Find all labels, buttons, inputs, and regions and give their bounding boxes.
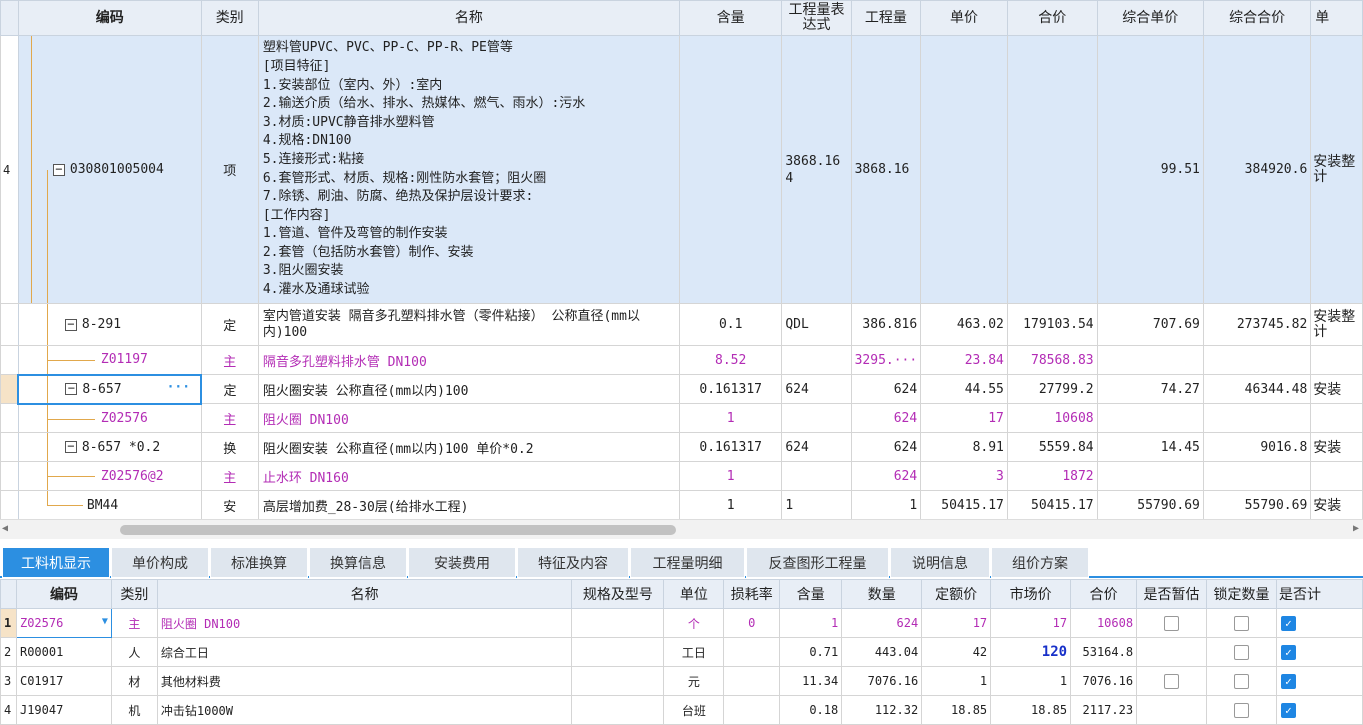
collapse-icon[interactable]: − — [52, 163, 65, 176]
tab-features-content[interactable]: 特征及内容 — [517, 547, 629, 578]
description-line: 4.灌水及通球试验 — [262, 282, 370, 298]
lock-qty-checkbox[interactable] — [1233, 615, 1249, 631]
col-type[interactable]: 类别 — [110, 579, 158, 609]
tab-description[interactable]: 说明信息 — [890, 547, 990, 578]
lock-qty-checkbox[interactable] — [1233, 673, 1249, 689]
col-total[interactable]: 合价 — [1070, 579, 1138, 609]
tab-unit-price-composition[interactable]: 单价构成 — [111, 547, 209, 578]
resource-table: 编码 类别 名称 规格及型号 单位 损耗率 含量 数量 定额价 市场价 合价 是… — [0, 579, 1363, 725]
tab-reverse-lookup[interactable]: 反查图形工程量 — [746, 547, 889, 578]
col-spec[interactable]: 规格及型号 — [571, 579, 665, 609]
scroll-left-icon[interactable]: ◀ — [2, 523, 8, 534]
tab-quantity-detail[interactable]: 工程量明细 — [630, 547, 745, 578]
col-content[interactable]: 含量 — [779, 579, 843, 609]
col-extra[interactable]: 单 — [1310, 0, 1363, 36]
col-qty[interactable]: 数量 — [841, 579, 923, 609]
table-row[interactable]: −8-657 *0.2 换 阻火圈安装 公称直径(mm以内)100 单价*0.2… — [0, 432, 1363, 462]
tab-labor-material-machine[interactable]: 工料机显示 — [2, 547, 110, 578]
main-grid: 编码 类别 名称 含量 工程量表达式 工程量 单价 合价 综合单价 综合合价 单… — [0, 0, 1363, 519]
description-line: 2.套管（包括防水套管）制作、安装 — [262, 244, 474, 260]
description-line: 2.输送介质（给水、排水、热媒体、燃气、雨水）:污水 — [262, 96, 586, 112]
table-header: 编码 类别 名称 规格及型号 单位 损耗率 含量 数量 定额价 市场价 合价 是… — [0, 579, 1363, 609]
description-line: [工作内容] — [262, 207, 331, 223]
estimate-checkbox[interactable] — [1164, 673, 1180, 689]
table-row[interactable]: −8-657 ··· 定 阻火圈安装 公称直径(mm以内)100 0.161317… — [0, 373, 1363, 405]
calc-checkbox[interactable]: ✓ — [1280, 702, 1296, 718]
item-table: 编码 类别 名称 含量 工程量表达式 工程量 单价 合价 综合单价 综合合价 单… — [0, 0, 1363, 519]
table-header: 编码 类别 名称 含量 工程量表达式 工程量 单价 合价 综合单价 综合合价 单 — [0, 0, 1363, 36]
collapse-icon[interactable]: − — [64, 440, 77, 453]
col-content[interactable]: 含量 — [679, 0, 783, 36]
more-icon[interactable]: ··· — [167, 380, 190, 395]
description-line: 1.管道、管件及弯管的制作安装 — [262, 226, 448, 242]
estimate-checkbox[interactable] — [1164, 615, 1180, 631]
tab-conversion-info[interactable]: 换算信息 — [309, 547, 407, 578]
description-line: 塑料管UPVC、PVC、PP-C、PP-R、PE管等 — [262, 40, 513, 56]
col-name[interactable]: 名称 — [257, 0, 681, 36]
horizontal-scrollbar[interactable]: ◀ ▶ — [0, 519, 1363, 539]
item-description: 塑料管UPVC、PVC、PP-C、PP-R、PE管等 [项目特征] 1.安装部位（室… — [257, 35, 681, 304]
col-comp-total[interactable]: 综合合价 — [1202, 0, 1312, 36]
table-row[interactable]: −8-291 定 室内管道安装 隔音多孔塑料排水管（零件粘接） 公称直径(mm以… — [0, 303, 1363, 346]
col-type[interactable]: 类别 — [200, 0, 259, 36]
table-row[interactable]: Z01197 主 隔音多孔塑料排水管 DN100 8.52 3295.··· 2… — [0, 345, 1363, 375]
col-calc[interactable]: 是否计 — [1275, 579, 1363, 609]
collapse-icon[interactable]: − — [65, 382, 78, 395]
table-row[interactable]: 4 −030801005004 项 塑料管UPVC、PVC、PP-C、PP-R、… — [0, 35, 1363, 304]
col-comp-price[interactable]: 综合单价 — [1096, 0, 1204, 36]
description-line: 3.阻火圈安装 — [262, 263, 344, 279]
col-name[interactable]: 名称 — [156, 579, 573, 609]
description-line: [项目特征] — [262, 58, 331, 74]
col-expr[interactable]: 工程量表达式 — [781, 0, 852, 36]
col-loss[interactable]: 损耗率 — [723, 579, 781, 609]
table-row[interactable]: Z02576@2 主 止水环 DN160 1 624 3 1872 — [0, 461, 1363, 491]
col-market-price[interactable]: 市场价 — [990, 579, 1072, 609]
scroll-right-icon[interactable]: ▶ — [1353, 523, 1359, 534]
col-code[interactable]: 编码 — [17, 0, 202, 36]
tab-standard-conversion[interactable]: 标准换算 — [210, 547, 308, 578]
col-unit-price[interactable]: 单价 — [920, 0, 1008, 36]
description-line: 7.除锈、刷油、防腐、绝热及保护层设计要求: — [262, 189, 534, 205]
tab-pricing-plan[interactable]: 组价方案 — [991, 547, 1089, 578]
calc-checkbox[interactable]: ✓ — [1280, 615, 1296, 631]
scrollbar-thumb[interactable] — [120, 525, 676, 535]
table-row[interactable]: 4 J19047 机 冲击钻1000W 台班 0.18 112.32 18.85… — [0, 695, 1363, 725]
col-base-price[interactable]: 定额价 — [921, 579, 992, 609]
col-unit[interactable]: 单位 — [663, 579, 725, 609]
bottom-tabs: 工料机显示 单价构成 标准换算 换算信息 安装费用 特征及内容 工程量明细 反查… — [0, 545, 1363, 578]
description-line: 6.套管形式、材质、规格:刚性防水套管；阻火圈 — [262, 170, 547, 186]
col-total[interactable]: 合价 — [1006, 0, 1098, 36]
calc-checkbox[interactable]: ✓ — [1280, 673, 1296, 689]
calc-checkbox[interactable]: ✓ — [1280, 644, 1296, 660]
table-row[interactable]: 2 R00001 人 综合工日 工日 0.71 443.04 42 120 53… — [0, 637, 1363, 667]
col-lock-qty[interactable]: 锁定数量 — [1206, 579, 1277, 609]
dropdown-arrow-icon[interactable]: ▼ — [102, 616, 108, 627]
col-qty[interactable]: 工程量 — [850, 0, 922, 36]
description-line: 1.安装部位（室内、外）:室内 — [262, 77, 443, 93]
table-row[interactable]: 3 C01917 材 其他材料费 元 11.34 7076.16 1 1 707… — [0, 666, 1363, 696]
table-row[interactable]: BM44 安 高层增加费_28-30层(给排水工程) 1 1 1 50415.1… — [0, 490, 1363, 519]
description-line: 4.规格:DN100 — [262, 133, 352, 149]
table-row[interactable]: Z02576 主 阻火圈 DN100 1 624 17 10608 — [0, 403, 1363, 433]
col-code[interactable]: 编码 — [15, 579, 112, 609]
lock-qty-checkbox[interactable] — [1233, 702, 1249, 718]
tab-install-fee[interactable]: 安装费用 — [408, 547, 516, 578]
lock-qty-checkbox[interactable] — [1233, 644, 1249, 660]
table-row[interactable]: 1 Z02576 ▼ 主 阻火圈 DN100 个 0 1 624 17 17 10… — [0, 608, 1363, 638]
description-line: 3.材质:UPVC静音排水塑料管 — [262, 114, 435, 130]
description-line: 5.连接形式:粘接 — [262, 151, 365, 167]
col-estimate[interactable]: 是否暂估 — [1136, 579, 1208, 609]
collapse-icon[interactable]: − — [64, 318, 77, 331]
